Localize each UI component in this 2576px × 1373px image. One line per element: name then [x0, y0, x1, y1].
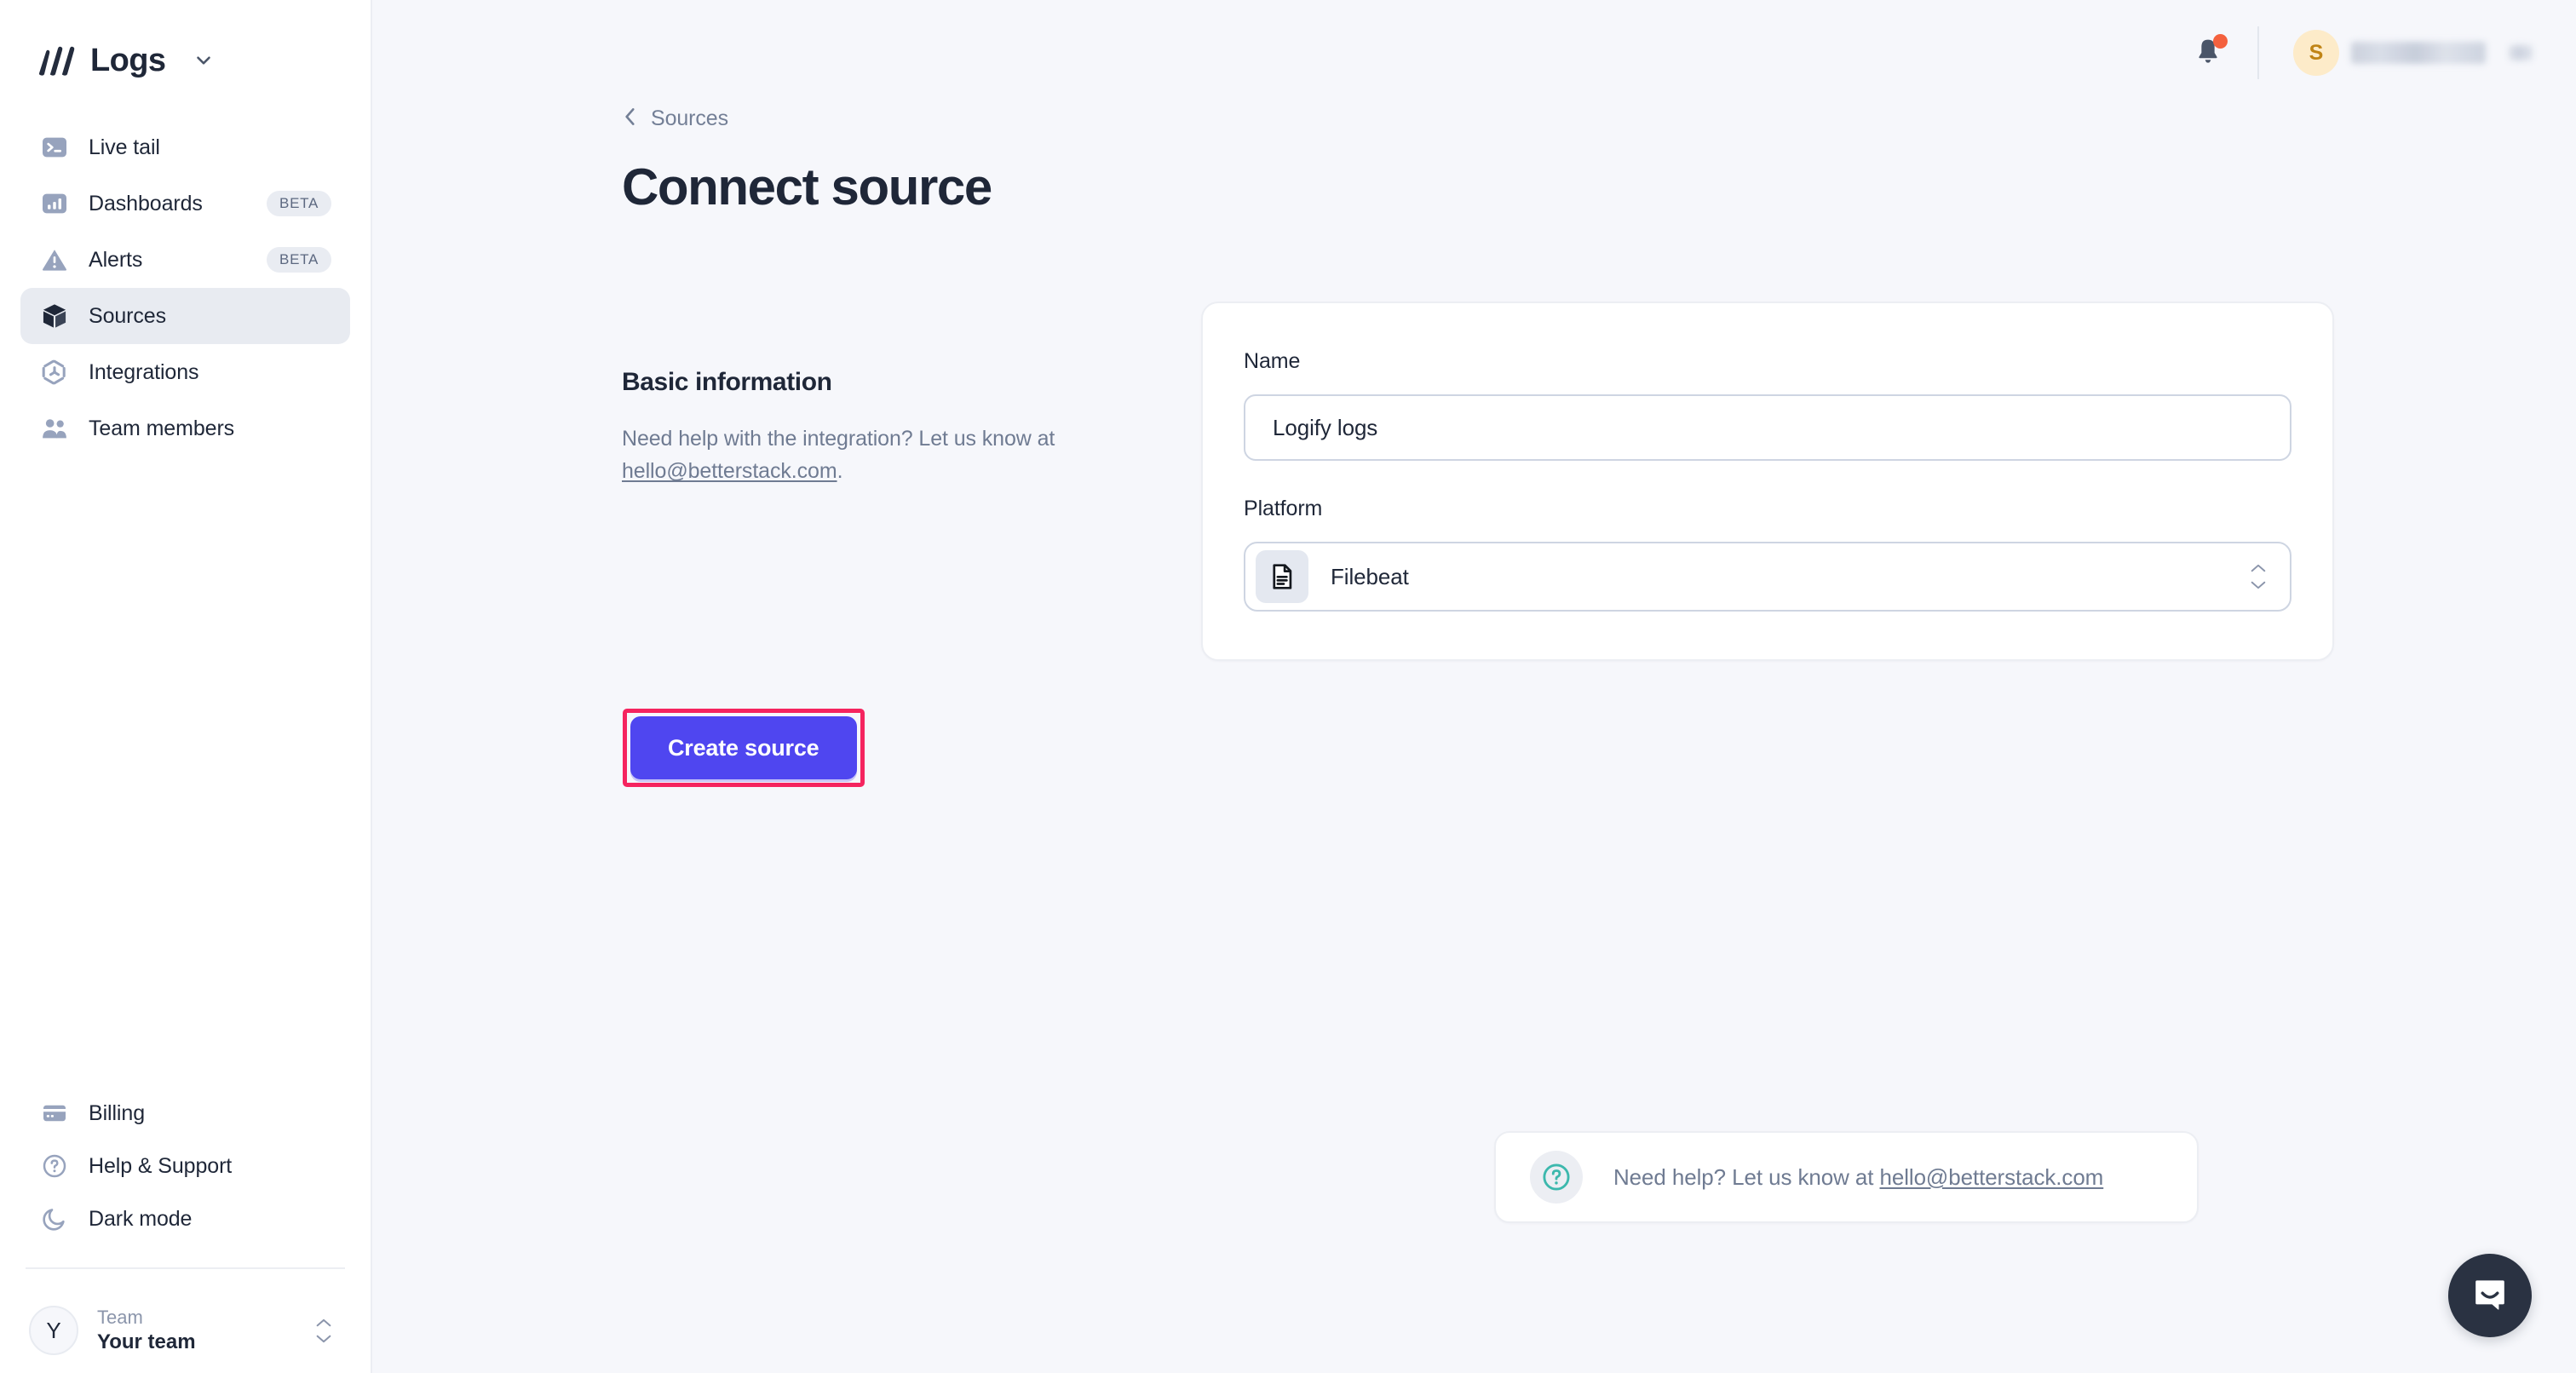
main-content: S Sources Connect source Basic informati… — [372, 0, 2576, 1373]
user-name-redacted — [2351, 42, 2486, 64]
betterstack-logo-icon — [37, 45, 75, 76]
team-name: Your team — [97, 1330, 196, 1354]
name-field-group: Name — [1244, 349, 2291, 461]
platform-label: Platform — [1244, 497, 1323, 520]
sidebar-item-label: Sources — [89, 303, 167, 328]
platform-selected-value: Filebeat — [1331, 563, 1409, 589]
support-email-link[interactable]: hello@betterstack.com — [622, 459, 837, 483]
file-document-icon — [1256, 550, 1308, 603]
create-source-button[interactable]: Create source — [630, 716, 857, 779]
credit-card-icon — [39, 1098, 70, 1129]
brand-name: Logs — [90, 42, 166, 78]
user-menu-caret-redacted — [2510, 45, 2532, 60]
brand-switcher[interactable]: Logs — [0, 0, 371, 89]
moon-icon — [39, 1204, 70, 1234]
platform-field-group: Platform Filebeat — [1244, 497, 2291, 612]
sidebar-item-billing[interactable]: Billing — [20, 1087, 350, 1140]
chevron-left-icon — [622, 106, 639, 132]
alert-triangle-icon — [39, 244, 70, 275]
sidebar-item-label: Billing — [89, 1100, 145, 1125]
sidebar-item-dark-mode[interactable]: Dark mode — [20, 1192, 350, 1245]
intercom-chat-icon — [2470, 1273, 2510, 1318]
sidebar-item-sources[interactable]: Sources — [20, 288, 350, 344]
app-root: Logs Live tail Dashboards BETA Alerts BE… — [0, 0, 2576, 1373]
sidebar-item-dashboards[interactable]: Dashboards BETA — [20, 175, 350, 232]
sidebar-item-label: Team members — [89, 416, 235, 440]
notifications-button[interactable] — [2188, 32, 2228, 73]
platform-select[interactable]: Filebeat — [1244, 542, 2291, 612]
section-title: Basic information — [622, 368, 832, 396]
breadcrumb-label: Sources — [651, 106, 729, 130]
sidebar-item-label: Dark mode — [89, 1206, 193, 1231]
sidebar-item-integrations[interactable]: Integrations — [20, 344, 350, 400]
chevron-up-down-icon[interactable] — [314, 1318, 333, 1343]
integrations-icon — [39, 357, 70, 388]
chevron-down-icon[interactable] — [193, 49, 215, 72]
terminal-icon — [39, 132, 70, 163]
sidebar-item-label: Alerts — [89, 247, 143, 272]
sidebar-item-help-support[interactable]: Help & Support — [20, 1140, 350, 1192]
secondary-nav: Billing Help & Support Dark mode — [0, 1087, 371, 1245]
annotation-highlight-box: Create source — [623, 709, 865, 787]
sidebar-item-alerts[interactable]: Alerts BETA — [20, 232, 350, 288]
notification-dot — [2213, 34, 2228, 49]
basic-information-column: Basic information Need help with the int… — [622, 302, 1201, 661]
section-description-prefix: Need help with the integration? Let us k… — [622, 427, 1055, 451]
question-circle-icon — [39, 1151, 70, 1181]
page-content: Sources Connect source Basic information… — [372, 106, 2576, 787]
source-name-input[interactable] — [1244, 394, 2291, 461]
sidebar-item-label: Help & Support — [89, 1153, 233, 1178]
breadcrumb[interactable]: Sources — [622, 106, 728, 132]
bar-chart-icon — [39, 188, 70, 219]
topbar-divider — [2257, 26, 2259, 79]
avatar: S — [2293, 30, 2339, 76]
name-label: Name — [1244, 349, 1301, 373]
sidebar-item-label: Dashboards — [89, 191, 203, 215]
status-badge: BETA — [267, 247, 331, 273]
team-switcher[interactable]: Y Team Your team — [0, 1269, 371, 1373]
create-source-zone: Create source — [623, 709, 2576, 787]
section-description: Need help with the integration? Let us k… — [622, 422, 1133, 487]
users-icon — [39, 413, 70, 444]
sidebar-item-label: Integrations — [89, 359, 199, 384]
sidebar-item-label: Live tail — [89, 135, 160, 159]
help-footer-email-link[interactable]: hello@betterstack.com — [1880, 1164, 2104, 1190]
sidebar-item-live-tail[interactable]: Live tail — [20, 119, 350, 175]
basic-information-card: Name Platform — [1201, 302, 2334, 661]
sidebar-item-team-members[interactable]: Team members — [20, 400, 350, 457]
sidebar: Logs Live tail Dashboards BETA Alerts BE… — [0, 0, 372, 1373]
topbar: S — [372, 0, 2576, 106]
help-footer-prefix: Need help? Let us know at — [1613, 1163, 1880, 1190]
chevron-up-down-icon[interactable] — [2249, 564, 2268, 589]
cube-icon — [39, 301, 70, 331]
section-description-suffix: . — [837, 459, 843, 483]
intercom-launcher-button[interactable] — [2448, 1254, 2532, 1337]
question-circle-icon — [1530, 1151, 1583, 1204]
form-columns: Basic information Need help with the int… — [622, 302, 2576, 661]
user-menu[interactable]: S — [2293, 30, 2532, 76]
page-title: Connect source — [622, 158, 992, 215]
help-footer-card: Need help? Let us know at hello@betterst… — [1494, 1131, 2199, 1223]
avatar: Y — [29, 1306, 78, 1355]
primary-nav: Live tail Dashboards BETA Alerts BETA So… — [0, 89, 371, 457]
help-footer-text: Need help? Let us know at hello@betterst… — [1613, 1164, 2103, 1191]
team-kicker: Team — [97, 1307, 143, 1329]
status-badge: BETA — [267, 191, 331, 216]
